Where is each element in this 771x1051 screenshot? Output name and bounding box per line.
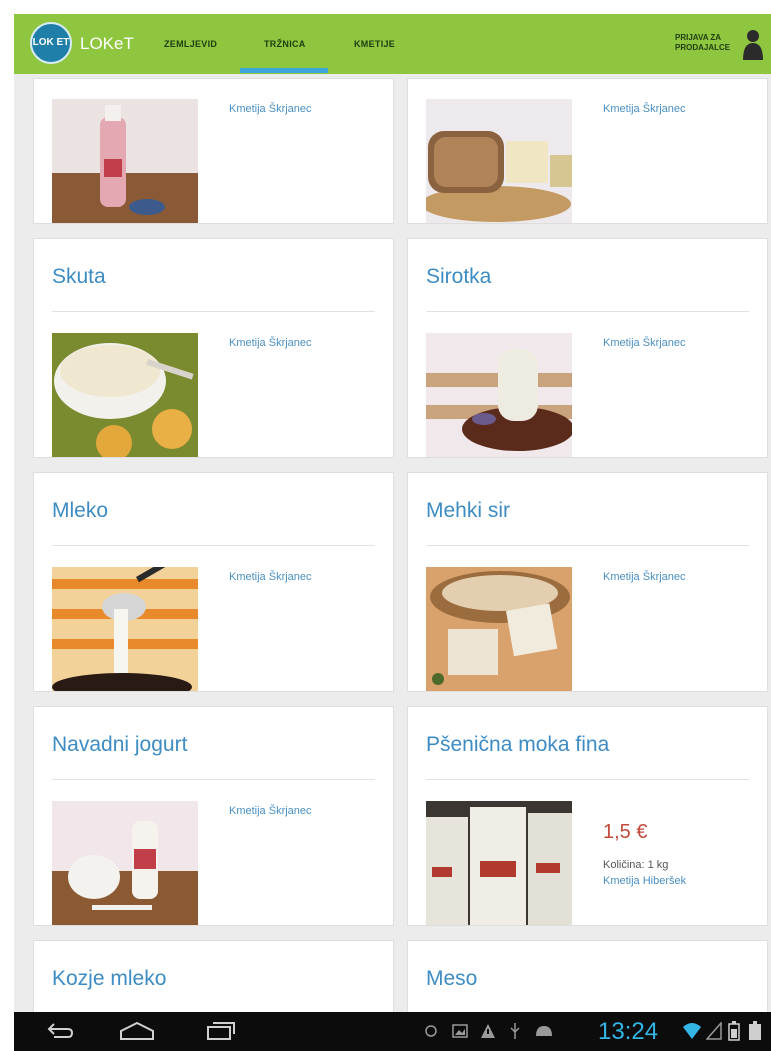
card-divider (426, 779, 749, 780)
product-title[interactable]: Skuta (52, 265, 106, 289)
product-title[interactable]: Meso (426, 967, 477, 991)
product-farm[interactable]: Kmetija Škrjanec (603, 103, 686, 115)
product-image[interactable] (52, 567, 198, 691)
product-title[interactable]: Pšenična moka fina (426, 733, 609, 757)
product-card[interactable]: Kmetija Škrjanec (407, 78, 768, 224)
nav-zemljevid[interactable]: ZEMLJEVID (164, 39, 217, 49)
gallery-icon (452, 1024, 468, 1038)
product-image[interactable] (426, 333, 572, 457)
product-image[interactable] (52, 99, 198, 223)
card-divider (52, 545, 375, 546)
product-card[interactable]: Kmetija Škrjanec (33, 78, 394, 224)
card-divider (426, 311, 749, 312)
product-farm[interactable]: Kmetija Škrjanec (603, 571, 686, 583)
android-debug-icon (536, 1026, 552, 1036)
card-divider (52, 311, 375, 312)
nav-trznica[interactable]: TRŽNICA (264, 39, 306, 49)
app-logo[interactable]: LOK ET (30, 22, 72, 64)
product-image[interactable] (52, 801, 198, 925)
product-card[interactable]: Sirotka Kmetija Škrjanec (407, 238, 768, 458)
product-card[interactable]: Navadni jogurt Kmetija Škrjanec (33, 706, 394, 926)
product-title[interactable]: Mleko (52, 499, 108, 523)
product-title[interactable]: Navadni jogurt (52, 733, 187, 757)
product-title[interactable]: Kozje mleko (52, 967, 166, 991)
product-image[interactable] (52, 333, 198, 457)
system-navigation-bar: 13:24 (14, 1012, 771, 1051)
product-title[interactable]: Sirotka (426, 265, 491, 289)
login-link[interactable]: PRIJAVA ZA PRODAJALCE (675, 33, 735, 53)
app-screen: LOK ET LOKeT ZEMLJEVID TRŽNICA KMETIJE P… (14, 14, 771, 1051)
product-title[interactable]: Mehki sir (426, 499, 510, 523)
product-farm[interactable]: Kmetija Škrjanec (229, 337, 312, 349)
product-image[interactable] (426, 99, 572, 223)
product-card[interactable]: Pšenična moka fina 1,5 € Količina: 1 kg … (407, 706, 768, 926)
warning-icon (481, 1024, 495, 1038)
product-quantity: Količina: 1 kg (603, 859, 669, 871)
recent-apps-icon[interactable] (204, 1021, 238, 1041)
top-bar: LOK ET LOKeT ZEMLJEVID TRŽNICA KMETIJE P… (14, 14, 771, 74)
battery-icon (749, 1021, 761, 1040)
back-icon[interactable] (44, 1021, 76, 1041)
product-farm[interactable]: Kmetija Škrjanec (229, 103, 312, 115)
user-icon[interactable] (742, 28, 764, 60)
product-card[interactable]: Mleko Kmetija Škrjanec (33, 472, 394, 692)
status-clock: 13:24 (598, 1018, 659, 1045)
nav-kmetije[interactable]: KMETIJE (354, 39, 395, 49)
product-farm[interactable]: Kmetija Škrjanec (229, 805, 312, 817)
product-image[interactable] (426, 567, 572, 691)
home-icon[interactable] (118, 1021, 156, 1041)
product-card[interactable]: Skuta Kmetija Škrjanec (33, 238, 394, 458)
product-image[interactable] (426, 801, 572, 925)
battery-icon (728, 1021, 740, 1041)
usb-icon (510, 1023, 520, 1039)
app-brand[interactable]: LOKeT (80, 34, 134, 54)
circle-status-icon (425, 1025, 437, 1037)
product-price[interactable]: 1,5 € (603, 821, 647, 844)
product-farm[interactable]: Kmetija Škrjanec (603, 337, 686, 349)
nav-active-indicator (240, 68, 328, 73)
card-divider (426, 545, 749, 546)
wifi-icon (683, 1023, 701, 1039)
product-card[interactable]: Mehki sir Kmetija Škrjanec (407, 472, 768, 692)
product-farm[interactable]: Kmetija Hiberšek (603, 875, 686, 887)
signal-icon (706, 1022, 722, 1040)
card-divider (52, 779, 375, 780)
product-farm[interactable]: Kmetija Škrjanec (229, 571, 312, 583)
